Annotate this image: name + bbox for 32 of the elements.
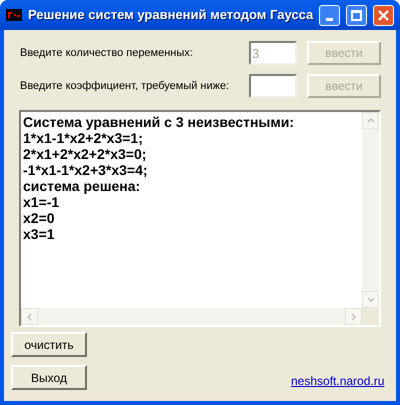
output-line: 1*x1-1*x2+2*x3=1;	[23, 130, 143, 146]
clear-button[interactable]: очистить	[11, 332, 87, 357]
vertical-scrollbar[interactable]	[362, 112, 379, 308]
scroll-left-button[interactable]	[21, 308, 38, 325]
close-icon	[378, 10, 390, 20]
app-icon	[6, 9, 22, 21]
output-line: система решена:	[23, 178, 140, 194]
output-line: Система уравнений с 3 неизвестными:	[23, 114, 294, 130]
output-line: x1=-1	[23, 194, 60, 210]
scroll-up-button[interactable]	[362, 112, 379, 129]
field-label: Введите коэффициент, требуемый ниже:	[20, 78, 230, 94]
exit-button[interactable]: Выход	[11, 365, 87, 390]
maximize-button[interactable]	[346, 4, 368, 26]
scrollbar-corner	[362, 308, 379, 325]
chevron-down-icon	[366, 297, 374, 302]
chevron-right-icon	[351, 312, 356, 320]
window-title: Решение систем уравнений методом Гаусса	[28, 6, 314, 24]
output-line: -1*x1-1*x2+3*x3=4;	[23, 162, 148, 178]
scroll-right-button[interactable]	[345, 308, 362, 325]
output-line: x2=0	[23, 210, 55, 226]
field-label: Введите количество переменных:	[20, 46, 194, 61]
scroll-down-button[interactable]	[362, 291, 379, 308]
website-link[interactable]: neshsoft.narod.ru	[291, 372, 384, 390]
horizontal-scrollbar[interactable]	[21, 308, 362, 325]
minimize-button[interactable]	[319, 4, 340, 26]
close-button[interactable]	[373, 4, 394, 26]
chevron-left-icon	[27, 312, 32, 320]
output-box[interactable]: Система уравнений с 3 неизвестными: 1*x1-1*x2+2*x3=1; 2*x1+2*x2+2*x3=0; -1*x1-1*x2+3*x3=4; система решена: x1=-1 x2=0 x3=1	[19, 110, 381, 327]
input-field[interactable]	[249, 74, 297, 98]
chevron-up-icon	[366, 118, 374, 123]
output-line: 2*x1+2*x2+2*x3=0;	[23, 146, 146, 162]
output-line: x3=1	[23, 226, 55, 242]
